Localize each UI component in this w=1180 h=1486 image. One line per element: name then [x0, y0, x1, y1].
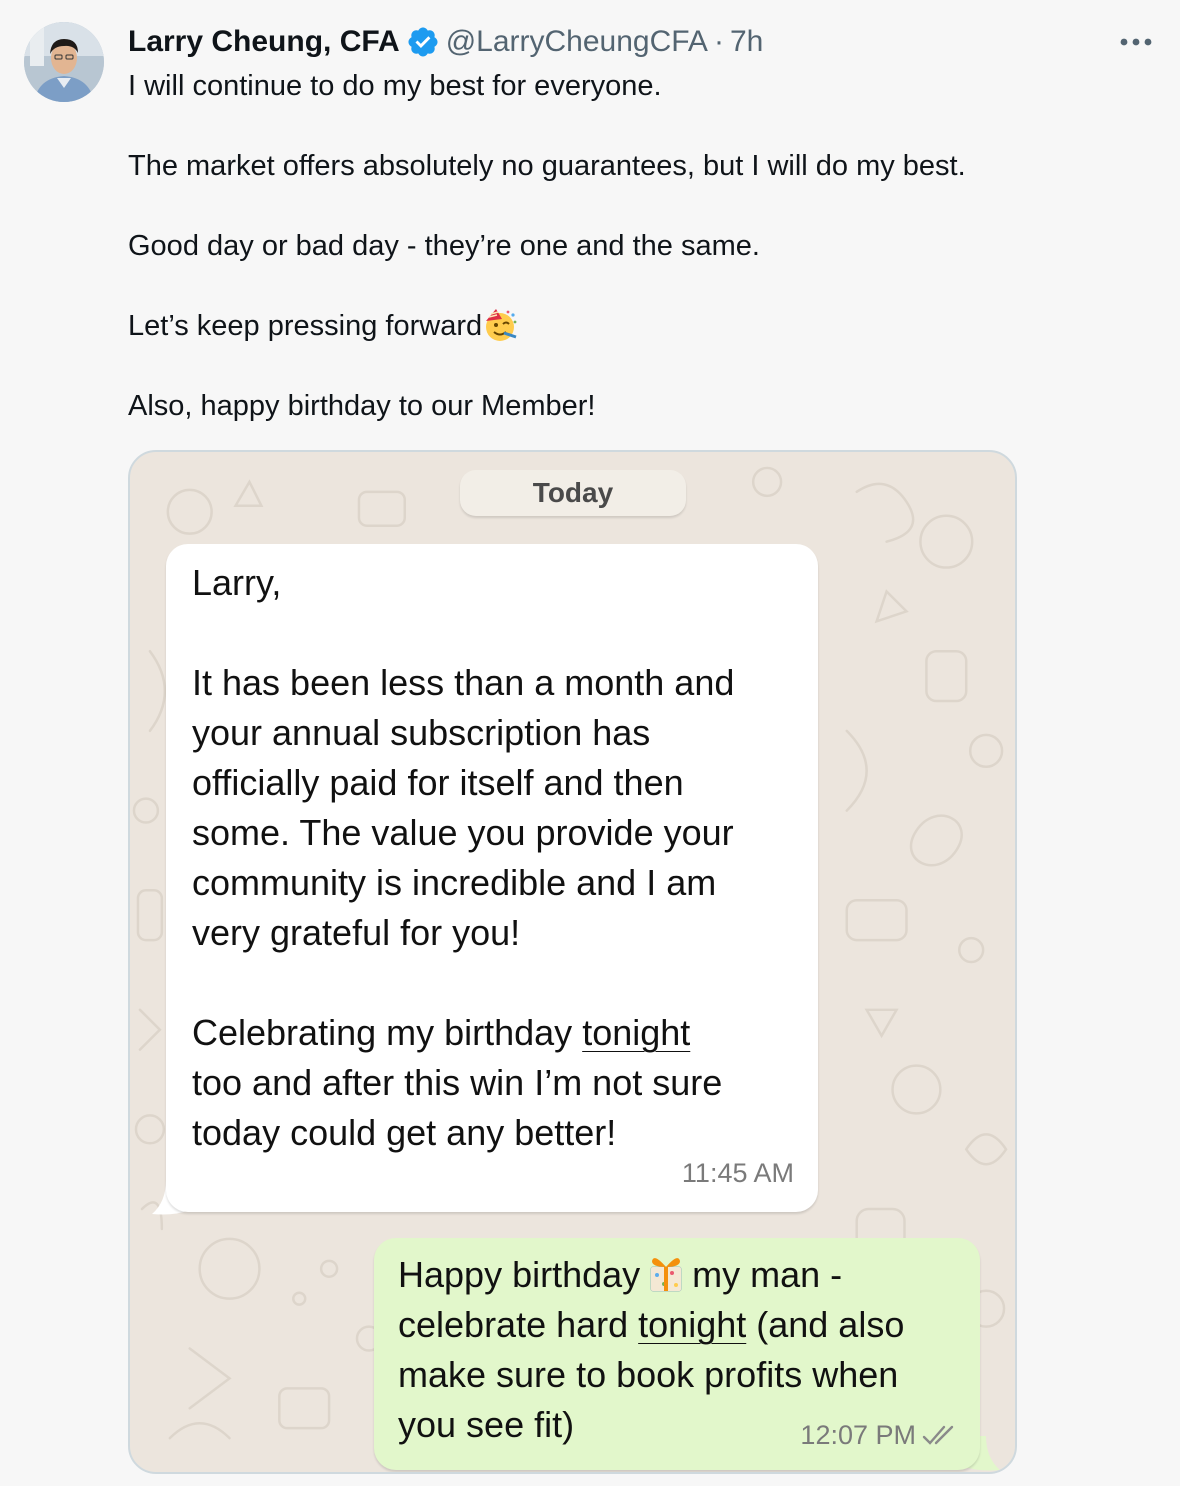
message-line: Larry, [192, 562, 282, 603]
tweet-line: The market offers absolutely no guarante… [128, 150, 966, 182]
message-line: today could get any better! [192, 1112, 617, 1153]
message-text: my man - [692, 1254, 843, 1295]
message-line: It has been less than a month and [192, 662, 735, 703]
avatar[interactable] [24, 22, 104, 102]
date-divider: Today [460, 470, 686, 516]
tweet-text: I will continue to do my best for everyo… [128, 66, 1128, 426]
message-line: Happy birthday my man - [398, 1250, 968, 1300]
message-text: celebrate hard [398, 1304, 639, 1345]
incoming-message-bubble[interactable]: Larry, It has been less than a month and… [166, 544, 818, 1212]
incoming-message-text: Larry, It has been less than a month and… [192, 558, 802, 1158]
date-link[interactable]: tonight [582, 1012, 690, 1053]
tweet-timestamp[interactable]: 7h [730, 25, 763, 59]
double-check-icon [922, 1424, 958, 1448]
wrapped-gift-emoji [644, 1251, 688, 1295]
message-text: Happy birthday [398, 1254, 641, 1295]
message-timestamp: 12:07 PM [800, 1420, 916, 1450]
message-line: Celebrating my birthday tonight [192, 1008, 802, 1058]
tweet-line: Good day or bad day - they’re one and th… [128, 230, 760, 262]
message-text: (and also [746, 1304, 905, 1345]
date-link[interactable]: tonight [638, 1304, 746, 1345]
message-line: too and after this win I’m not sure [192, 1062, 723, 1103]
message-line: your annual subscription has [192, 712, 651, 753]
message-line: community is incredible and I am [192, 862, 717, 903]
message-line: celebrate hard tonight (and also [398, 1300, 968, 1350]
author-name[interactable]: Larry Cheung, CFA [128, 25, 400, 59]
tweet-header: Larry Cheung, CFA @LarryCheungCFA · 7h [128, 22, 763, 62]
message-line: very grateful for you! [192, 912, 521, 953]
separator-dot: · [713, 25, 724, 58]
tweet-line-with-emoji: Let’s keep pressing forward [128, 306, 1128, 346]
partying-face-emoji [482, 307, 518, 343]
outgoing-message-bubble[interactable]: Happy birthday my man - celebrate hard t… [374, 1238, 980, 1470]
tweet[interactable]: Larry Cheung, CFA @LarryCheungCFA · 7h I… [0, 0, 1180, 1486]
message-text: Celebrating my birthday [192, 1012, 583, 1053]
tweet-line: Also, happy birthday to our Member! [128, 390, 596, 422]
verified-badge-icon[interactable] [406, 25, 440, 59]
message-line: make sure to book profits when [398, 1354, 899, 1395]
message-timestamp: 11:45 AM [681, 1158, 794, 1188]
message-line: some. The value you provide your [192, 812, 734, 853]
author-handle[interactable]: @LarryCheungCFA [446, 25, 708, 59]
message-line: officially paid for itself and then [192, 762, 684, 803]
more-horizontal-icon[interactable] [1116, 22, 1156, 62]
attached-screenshot[interactable]: Today Larry, It has been less than a mon… [128, 450, 1017, 1474]
message-timestamp-row: 12:07 PM [800, 1420, 958, 1451]
tweet-line: Let’s keep pressing forward [128, 310, 483, 342]
tweet-line: I will continue to do my best for everyo… [128, 70, 662, 102]
